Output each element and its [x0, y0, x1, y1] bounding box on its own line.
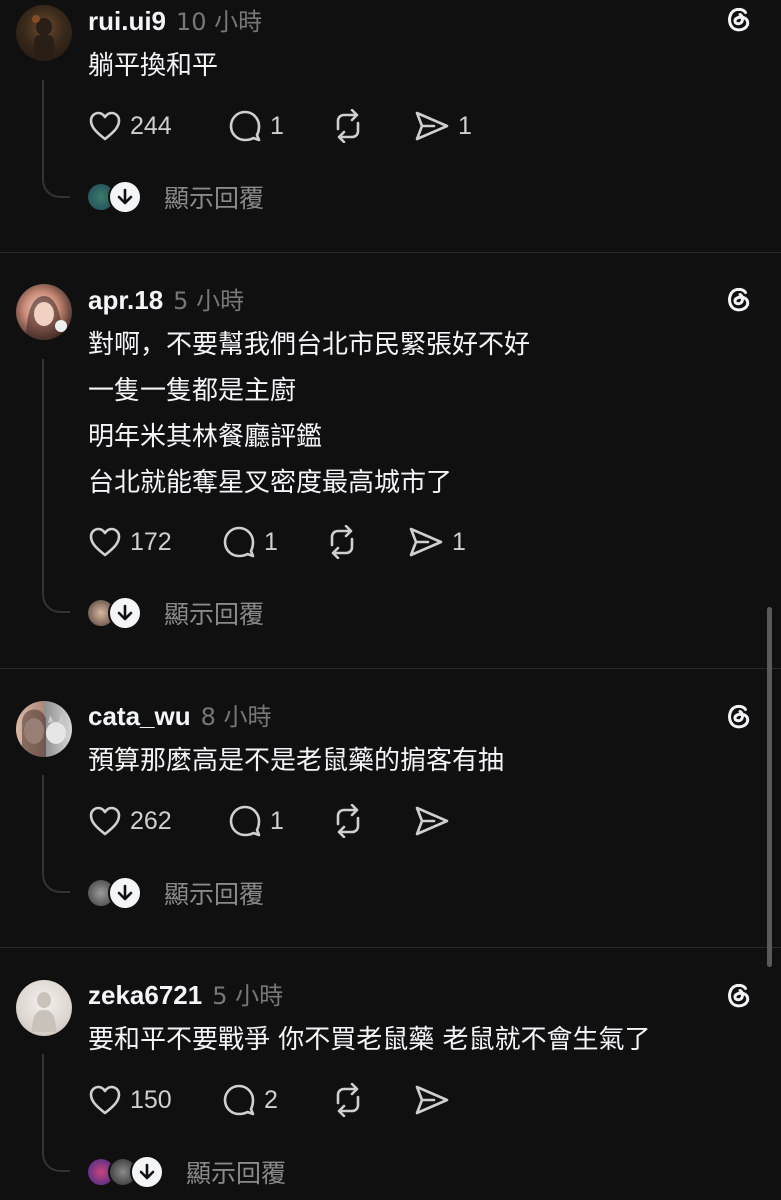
post-text: 明年米其林餐廳評鑑 — [88, 422, 323, 452]
show-replies-label: 顯示回覆 — [164, 880, 265, 909]
comment-count: 1 — [270, 111, 284, 140]
comment-icon — [229, 110, 261, 142]
repost-button[interactable] — [330, 1083, 414, 1117]
like-button[interactable]: 150 — [88, 1084, 222, 1116]
post-rui-ui9: rui.ui9 10 小時 躺平換和平 244 1 1 顯示回覆 — [0, 0, 781, 252]
comment-icon — [223, 526, 255, 558]
post-text: 一隻一隻都是主廚 — [88, 376, 297, 406]
like-count: 150 — [130, 1085, 172, 1114]
timestamp: 10 小時 — [176, 8, 263, 36]
comment-count: 1 — [264, 527, 278, 556]
heart-icon — [89, 806, 121, 836]
share-count: 1 — [458, 111, 472, 140]
show-replies-label: 顯示回覆 — [164, 184, 265, 213]
like-button[interactable]: 244 — [88, 110, 228, 142]
username[interactable]: cata_wu — [88, 701, 191, 732]
like-button[interactable]: 262 — [88, 805, 228, 837]
comment-button[interactable]: 2 — [222, 1083, 330, 1117]
repost-icon — [330, 525, 354, 559]
username[interactable]: rui.ui9 — [88, 6, 166, 37]
like-count: 172 — [130, 527, 172, 556]
arrow-down-icon — [108, 180, 142, 214]
show-replies-label: 顯示回覆 — [186, 1159, 287, 1188]
post-cata-wu: cata_wu 8 小時 預算那麼高是不是老鼠藥的掮客有抽 262 1 顯示回覆 — [0, 669, 781, 947]
send-icon — [415, 1085, 449, 1115]
like-count: 244 — [130, 111, 172, 140]
arrow-down-icon — [108, 876, 142, 910]
heart-icon — [89, 111, 121, 141]
avatar[interactable] — [16, 5, 72, 61]
timestamp: 5 小時 — [212, 982, 284, 1010]
comment-count: 2 — [264, 1085, 278, 1114]
post-text: 躺平換和平 — [88, 51, 219, 81]
repost-button[interactable] — [324, 525, 408, 559]
threads-logo-icon[interactable] — [722, 699, 756, 733]
comment-button[interactable]: 1 — [222, 525, 324, 559]
post-apr-18: apr.18 5 小時 對啊，不要幫我們台北市民緊張好不好 一隻一隻都是主廚 明… — [0, 253, 781, 668]
repost-icon — [336, 804, 360, 838]
like-count: 262 — [130, 806, 172, 835]
send-icon — [409, 527, 443, 557]
post-text: 要和平不要戰爭 你不買老鼠藥 老鼠就不會生氣了 — [88, 1025, 651, 1055]
scrollbar[interactable] — [767, 607, 772, 967]
comment-icon — [223, 1084, 255, 1116]
comment-count: 1 — [270, 806, 284, 835]
arrow-down-icon — [108, 596, 142, 630]
send-icon — [415, 111, 449, 141]
repost-icon — [336, 1083, 360, 1117]
show-replies[interactable]: 顯示回覆 — [86, 875, 264, 911]
show-replies[interactable]: 顯示回覆 — [86, 179, 264, 215]
repost-button[interactable] — [330, 109, 414, 143]
show-replies[interactable]: 顯示回覆 — [86, 595, 264, 631]
post-text: 預算那麼高是不是老鼠藥的掮客有抽 — [88, 746, 505, 776]
share-count: 1 — [452, 527, 466, 556]
threads-logo-icon[interactable] — [722, 2, 756, 36]
avatar[interactable] — [16, 284, 72, 340]
repost-button[interactable] — [330, 804, 414, 838]
share-button[interactable]: 1 — [408, 525, 466, 559]
post-text: 台北就能奪星叉密度最高城市了 — [88, 468, 453, 498]
share-button[interactable]: 1 — [414, 109, 472, 143]
comment-icon — [229, 805, 261, 837]
threads-logo-icon[interactable] — [722, 978, 756, 1012]
comment-button[interactable]: 1 — [228, 804, 330, 838]
share-button[interactable] — [414, 1083, 458, 1117]
avatar[interactable] — [16, 701, 72, 757]
post-zeka6721: zeka6721 5 小時 要和平不要戰爭 你不買老鼠藥 老鼠就不會生氣了 15… — [0, 948, 781, 1200]
repost-icon — [336, 109, 360, 143]
show-replies-label: 顯示回覆 — [164, 600, 265, 629]
share-button[interactable] — [414, 804, 458, 838]
comment-button[interactable]: 1 — [228, 109, 330, 143]
heart-icon — [89, 527, 121, 557]
avatar[interactable] — [16, 980, 72, 1036]
username[interactable]: apr.18 — [88, 285, 163, 316]
like-button[interactable]: 172 — [88, 526, 222, 558]
timestamp: 8 小時 — [200, 703, 272, 731]
threads-logo-icon[interactable] — [722, 282, 756, 316]
post-text: 對啊，不要幫我們台北市民緊張好不好 — [88, 330, 531, 360]
heart-icon — [89, 1085, 121, 1115]
arrow-down-icon — [130, 1155, 164, 1189]
username[interactable]: zeka6721 — [88, 980, 202, 1011]
send-icon — [415, 806, 449, 836]
timestamp: 5 小時 — [173, 287, 245, 315]
show-replies[interactable]: 顯示回覆 — [86, 1154, 286, 1190]
